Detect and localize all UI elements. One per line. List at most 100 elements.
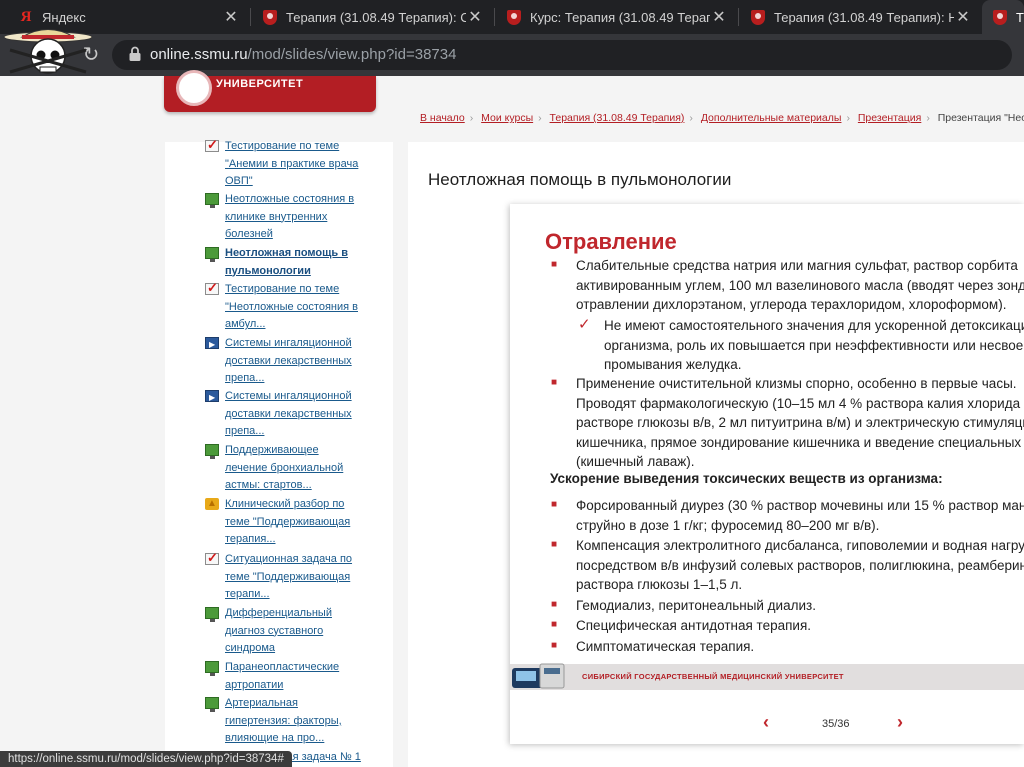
video-activity-icon [205, 389, 219, 407]
sidebar-item-label: препа... [225, 372, 265, 384]
browser-tab-course[interactable]: Курс: Терапия (31.08.49 Терап ✕ [496, 0, 736, 34]
sidebar-item-label: пульмонологии [225, 264, 311, 277]
sidebar-item[interactable]: Системы ингаляционной доставки лекарствен… [205, 388, 365, 441]
video-activity-icon [205, 336, 219, 354]
slide-text-line: отравлении дихлорэтаном, углерода терахл… [576, 297, 1007, 312]
sidebar-item[interactable]: Тестирование по теме "Неотложные состояни… [205, 279, 365, 334]
close-tab-icon[interactable]: ✕ [710, 7, 728, 27]
prev-slide-button[interactable]: ‹ [763, 712, 769, 733]
breadcrumb-home[interactable]: В начало [420, 112, 465, 124]
ssmu-shield-icon [750, 9, 766, 25]
slide-text-line: Гемодиализ, перитонеальный диализ. [576, 598, 816, 613]
sidebar-item-label: Системы ингаляционной [225, 337, 352, 349]
slide-text-line: Слабительные средства натрия или магния … [576, 258, 1018, 273]
sidebar-item[interactable]: Клинический разбор по теме "Поддерживающа… [205, 495, 365, 549]
sidebar-item-label: Неотложная помощь в [225, 247, 348, 259]
sidebar-item-label: теме "Поддерживающая [225, 515, 351, 528]
sidebar-item[interactable]: Артериальная гипертензия: факторы, влияющи… [205, 695, 365, 748]
sidebar-item[interactable]: Ситуационная задача по теме "Поддерживающ… [205, 549, 365, 604]
slide-subheading: Ускорение выведения токсических веществ … [550, 471, 943, 486]
ssmu-shield-icon [992, 9, 1008, 25]
university-emblem-icon [176, 70, 212, 106]
sidebar-item[interactable]: Системы ингаляционной доставки лекарствен… [205, 335, 365, 388]
slide-heading: Отравление [545, 229, 677, 254]
breadcrumb-course[interactable]: Терапия (31.08.49 Терапия) [550, 112, 685, 124]
page-title: Неотложная помощь в пульмонологии [428, 170, 732, 189]
browser-tab-active[interactable]: Т [982, 0, 1024, 34]
medical-device-image-icon [512, 663, 565, 689]
breadcrumb-my-courses[interactable]: Мои курсы [481, 112, 533, 124]
tab-title: Яндекс [42, 9, 86, 25]
sidebar-item[interactable]: Неотложная помощь в пульмонологии [205, 245, 365, 280]
slide-text-line: (кишечный лаваж). [576, 454, 695, 469]
slide-activity-icon [205, 247, 219, 262]
slide-counter: 35/36 [822, 718, 850, 730]
sidebar-item[interactable]: Поддерживающее лечение бронхиальной астмы:… [205, 442, 365, 495]
tab-title: Терапия (31.08.49 Терапия): С [286, 9, 466, 25]
sidebar-item-label: Паранеопластические [225, 661, 340, 673]
pirate-skull-avatar-icon [3, 29, 93, 74]
sidebar-item-label: Системы ингаляционной [225, 390, 352, 402]
sidebar-item-label: терапи... [225, 588, 270, 600]
slide-activity-icon [205, 661, 219, 676]
sidebar-item-label: Клинический разбор по [225, 498, 345, 510]
close-tab-icon[interactable]: ✕ [954, 7, 972, 27]
tab-strip: Я Яндекс ✕ Терапия (31.08.49 Терапия): С… [0, 0, 1024, 34]
sidebar-item-label: артропатии [225, 678, 284, 691]
sidebar-item[interactable]: Паранеопластические артропатии [205, 659, 365, 694]
sidebar-item[interactable]: Дифференциальный диагноз суставного синдро… [205, 605, 365, 658]
sidebar-item-label: ОВП" [225, 175, 253, 187]
sidebar-item-label: терапия... [225, 533, 276, 545]
sidebar-item-label: Артериальная [225, 697, 298, 709]
quiz-activity-icon [205, 279, 219, 297]
browser-tab-therapy-2[interactable]: Терапия (31.08.49 Терапия): Н ✕ [740, 0, 980, 34]
university-label: УНИВЕРСИТЕТ [216, 78, 304, 90]
tab-title: Т [1016, 9, 1024, 25]
bullet-icon: ■ [551, 599, 558, 610]
breadcrumb-module-type[interactable]: Презентация [858, 112, 921, 124]
sidebar-item-label: Тестирование по теме [225, 283, 340, 295]
slide-activity-icon [205, 444, 219, 459]
breadcrumb-section[interactable]: Дополнительные материалы [701, 112, 842, 124]
browser-tab-therapy-1[interactable]: Терапия (31.08.49 Терапия): С ✕ [252, 0, 492, 34]
sidebar-item[interactable]: Неотложные состояния в клинике внутренних… [205, 191, 365, 244]
slide-text-line: кишечника, прямое зондирование кишечника… [576, 434, 1022, 450]
url-host: online.ssmu.ru [150, 46, 248, 63]
slide-footer-text: СИБИРСКИЙ ГОСУДАРСТВЕННЫЙ МЕДИЦИНСКИЙ УН… [582, 672, 844, 681]
breadcrumb-current: Презентация "Неотложная помощь в пульмон… [937, 112, 1024, 124]
case-activity-icon [205, 495, 219, 513]
ssmu-shield-icon [262, 9, 278, 25]
slide-text-line: растворе глюкозы в/в, 2 мл питуитрина в/… [576, 415, 1024, 430]
breadcrumb-separator-icon: › [846, 112, 850, 124]
sidebar-item-label: Дифференциальный [225, 607, 332, 619]
sidebar-item-label: теме "Поддерживающая [225, 570, 351, 583]
sidebar-item-label: Ситуационная задача по [225, 553, 353, 565]
bullet-icon: ■ [551, 539, 558, 550]
sidebar-item-label: доставки лекарственных [225, 407, 352, 420]
close-tab-icon[interactable]: ✕ [222, 7, 240, 27]
sidebar-item-label: гипертензия: факторы, [225, 714, 342, 727]
sidebar-item-label: влияющие на про... [225, 732, 325, 744]
sidebar-item-label: амбул... [225, 318, 266, 330]
sidebar-item-label: клинике внутренних [225, 210, 328, 223]
checkmark-icon: ✓ [578, 316, 591, 333]
sidebar-item-label: "Анемии в практике врача [225, 157, 359, 170]
bullet-icon: ■ [551, 259, 558, 270]
slide-text-line: Применение очистительной клизмы спорно, … [576, 376, 1017, 391]
breadcrumb: В начало › Мои курсы › Терапия (31.08.49 Т… [420, 112, 1024, 124]
slide-activity-icon [205, 697, 219, 712]
url-text[interactable]: online.ssmu.ru/mod/slides/view.php?id=38… [150, 45, 456, 65]
slide-text-line: Симптоматическая терапия. [576, 639, 755, 654]
close-tab-icon[interactable]: ✕ [466, 7, 484, 27]
slide-text-line: раствора глюкозы 1–1,5 л. [576, 577, 743, 592]
sidebar-item-label: болезней [225, 228, 273, 240]
bullet-icon: ■ [551, 619, 558, 630]
lock-icon[interactable] [128, 46, 142, 62]
slide-activity-icon [205, 607, 219, 622]
sidebar-item[interactable]: Тестирование по теме "Анемии в практике в… [205, 136, 365, 191]
url-path: /mod/slides/view.php?id=38734 [247, 46, 457, 63]
breadcrumb-separator-icon: › [469, 112, 474, 124]
sidebar-item-label: Тестирование по теме [225, 140, 340, 152]
slide-text-line: Компенсация электролитного дисбаланса, г… [576, 538, 1024, 553]
next-slide-button[interactable]: › [897, 712, 903, 733]
